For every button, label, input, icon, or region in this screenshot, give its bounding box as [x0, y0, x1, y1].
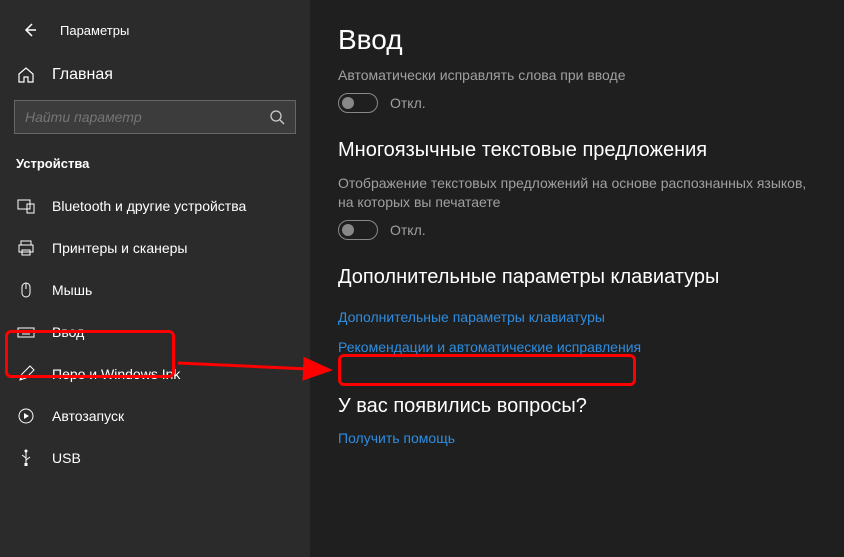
help-heading: У вас появились вопросы? — [338, 395, 816, 418]
usb-icon — [16, 449, 36, 467]
advanced-keyboard-link[interactable]: Дополнительные параметры клавиатуры — [338, 309, 605, 325]
sidebar-item-mouse[interactable]: Мышь — [0, 269, 310, 311]
multilingual-toggle-row: Откл. — [338, 220, 816, 240]
nav-label: Перо и Windows Ink — [52, 366, 180, 382]
arrow-left-icon — [22, 22, 38, 38]
autocorrect-desc: Автоматически исправлять слова при вводе — [338, 66, 816, 85]
sidebar-item-autoplay[interactable]: Автозапуск — [0, 395, 310, 437]
search-icon — [269, 109, 285, 125]
search-box[interactable] — [14, 100, 296, 134]
home-label: Главная — [52, 66, 113, 84]
suggestions-link[interactable]: Рекомендации и автоматические исправлени… — [338, 339, 641, 355]
section-label: Устройства — [0, 150, 310, 185]
devices-icon — [16, 197, 36, 215]
nav-label: Мышь — [52, 282, 92, 298]
sidebar-item-typing[interactable]: Ввод — [0, 311, 310, 353]
pen-icon — [16, 365, 36, 383]
sidebar: Параметры Главная Устройства Bluetooth и… — [0, 0, 310, 557]
sidebar-item-usb[interactable]: USB — [0, 437, 310, 479]
window-title: Параметры — [60, 23, 129, 38]
nav-label: Ввод — [52, 324, 84, 340]
keyboard-icon — [16, 323, 36, 341]
autocorrect-toggle-row: Откл. — [338, 93, 816, 113]
get-help-link[interactable]: Получить помощь — [338, 430, 455, 446]
header: Параметры — [0, 12, 310, 56]
search-input[interactable] — [25, 109, 269, 125]
nav-label: USB — [52, 450, 81, 466]
autocorrect-state: Откл. — [390, 95, 426, 111]
sidebar-item-printers[interactable]: Принтеры и сканеры — [0, 227, 310, 269]
nav-label: Автозапуск — [52, 408, 124, 424]
home-nav[interactable]: Главная — [0, 56, 310, 94]
page-title: Ввод — [338, 24, 816, 56]
multilingual-toggle[interactable] — [338, 220, 378, 240]
mouse-icon — [16, 281, 36, 299]
nav-label: Принтеры и сканеры — [52, 240, 187, 256]
multilingual-state: Откл. — [390, 222, 426, 238]
main-content: Ввод Автоматически исправлять слова при … — [310, 0, 844, 557]
nav-label: Bluetooth и другие устройства — [52, 198, 246, 214]
multilingual-heading: Многоязычные текстовые предложения — [338, 139, 816, 162]
advanced-heading: Дополнительные параметры клавиатуры — [338, 266, 816, 289]
printer-icon — [16, 239, 36, 257]
back-button[interactable] — [16, 16, 44, 44]
multilingual-desc: Отображение текстовых предложений на осн… — [338, 174, 816, 212]
home-icon — [16, 66, 36, 84]
sidebar-item-bluetooth[interactable]: Bluetooth и другие устройства — [0, 185, 310, 227]
sidebar-item-pen[interactable]: Перо и Windows Ink — [0, 353, 310, 395]
autoplay-icon — [16, 407, 36, 425]
autocorrect-toggle[interactable] — [338, 93, 378, 113]
